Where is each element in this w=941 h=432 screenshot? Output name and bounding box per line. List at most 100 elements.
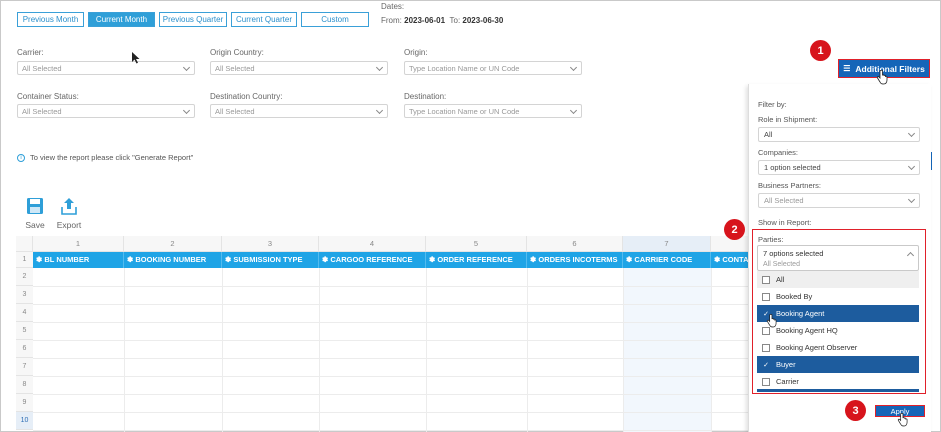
row-divider xyxy=(33,412,751,413)
row-number[interactable]: 1 xyxy=(16,252,33,268)
origin-country-value: All Selected xyxy=(215,63,255,73)
row-number[interactable]: 5 xyxy=(16,322,33,340)
chevron-down-icon xyxy=(569,63,578,72)
step-badge-2: 2 xyxy=(724,219,745,240)
col-number[interactable]: 2 xyxy=(124,236,222,252)
period-current-quarter[interactable]: Current Quarter xyxy=(231,12,297,27)
row-divider xyxy=(33,286,751,287)
col-number[interactable]: 5 xyxy=(426,236,527,252)
step-badge-1: 1 xyxy=(810,40,831,61)
grid-corner xyxy=(16,236,33,252)
save-icon xyxy=(27,198,43,214)
period-custom[interactable]: Custom xyxy=(301,12,369,27)
header-submission-type[interactable]: ✽ SUBMISSION TYPE xyxy=(222,252,319,268)
period-previous-quarter[interactable]: Previous Quarter xyxy=(159,12,227,27)
info-icon: i xyxy=(17,153,25,162)
row-number[interactable]: 2 xyxy=(16,268,33,286)
col-number[interactable]: 4 xyxy=(319,236,426,252)
option-booking-agent-observer[interactable]: Booking Agent Observer xyxy=(757,339,919,356)
col-divider xyxy=(711,268,712,432)
report-grid: 1 2 3 4 5 6 7 ✽ BL NUMBER ✽ BOOKING NUMB… xyxy=(16,236,751,432)
origin-input[interactable]: Type Location Name or UN Code xyxy=(404,61,582,75)
row-number[interactable]: 4 xyxy=(16,304,33,322)
chevron-down-icon xyxy=(907,129,916,138)
parties-value: 7 options selected xyxy=(763,249,824,258)
export-button[interactable]: Export xyxy=(54,196,84,230)
row-number[interactable]: 8 xyxy=(16,376,33,394)
header-booking-number[interactable]: ✽ BOOKING NUMBER xyxy=(124,252,222,268)
option-all[interactable]: All xyxy=(757,271,919,288)
origin-country-label: Origin Country: xyxy=(210,48,264,57)
destination-country-value: All Selected xyxy=(215,106,255,116)
chevron-down-icon xyxy=(907,162,916,171)
role-value: All xyxy=(764,130,773,139)
destination-country-label: Destination Country: xyxy=(210,92,283,101)
col-number[interactable]: 7 xyxy=(623,236,711,252)
row-number[interactable]: 6 xyxy=(16,340,33,358)
container-status-select[interactable]: All Selected xyxy=(17,104,195,118)
header-carrier-code[interactable]: ✽ CARRIER CODE xyxy=(623,252,711,268)
filter-by-label: Filter by: xyxy=(758,100,787,109)
destination-country-select[interactable]: All Selected xyxy=(210,104,388,118)
to-label: To: xyxy=(449,16,461,25)
row-number[interactable]: 10 xyxy=(16,412,33,430)
info-text: To view the report please click "Generat… xyxy=(30,153,194,162)
from-label: From: xyxy=(381,16,402,25)
option-label: Booked By xyxy=(776,292,813,301)
chevron-down-icon xyxy=(182,106,191,115)
header-bl-number[interactable]: ✽ BL NUMBER xyxy=(33,252,124,268)
destination-placeholder: Type Location Name or UN Code xyxy=(409,106,520,116)
row-number[interactable]: 9 xyxy=(16,394,33,412)
option-carrier[interactable]: Carrier xyxy=(757,373,919,390)
carrier-select[interactable]: All Selected xyxy=(17,61,195,75)
option-booked-by[interactable]: Booked By xyxy=(757,288,919,305)
row-number[interactable]: 7 xyxy=(16,358,33,376)
hand-cursor-icon xyxy=(897,413,908,427)
option-label: Buyer xyxy=(776,360,796,369)
save-button[interactable]: Save xyxy=(20,196,50,230)
pointer-cursor-icon xyxy=(132,52,140,64)
option-label: Booking Agent HQ xyxy=(776,326,838,335)
header-container[interactable]: ✽ CONTAI xyxy=(711,252,751,268)
partners-label: Business Partners: xyxy=(758,181,821,190)
companies-value: 1 option selected xyxy=(764,163,821,172)
export-icon xyxy=(61,198,77,215)
list-scroll-edge xyxy=(757,389,919,392)
container-status-value: All Selected xyxy=(22,106,62,116)
option-booking-agent[interactable]: ✓ Booking Agent xyxy=(757,305,919,322)
header-order-reference[interactable]: ✽ ORDER REFERENCE xyxy=(426,252,527,268)
parties-select[interactable]: 7 options selected All Selected xyxy=(757,245,919,271)
checkmark-icon: ✓ xyxy=(763,361,769,369)
dates-range: From: 2023-06-01 To: 2023-06-30 xyxy=(381,16,503,25)
role-select[interactable]: All xyxy=(758,127,920,142)
partners-value: All Selected xyxy=(764,196,804,205)
option-booking-agent-hq[interactable]: Booking Agent HQ xyxy=(757,322,919,339)
chevron-down-icon xyxy=(375,63,384,72)
companies-select[interactable]: 1 option selected xyxy=(758,160,920,175)
col-divider xyxy=(222,268,223,432)
col-divider xyxy=(124,268,125,432)
header-cargoo-reference[interactable]: ✽ CARGOO REFERENCE xyxy=(319,252,426,268)
checkbox-icon xyxy=(762,275,770,284)
col-number[interactable]: 3 xyxy=(222,236,319,252)
origin-country-select[interactable]: All Selected xyxy=(210,61,388,75)
col-divider xyxy=(527,268,528,432)
destination-label: Destination: xyxy=(404,92,447,101)
col-number[interactable]: 6 xyxy=(527,236,623,252)
hand-cursor-icon xyxy=(876,70,888,85)
destination-input[interactable]: Type Location Name or UN Code xyxy=(404,104,582,118)
row-divider xyxy=(33,358,751,359)
dates-label: Dates: xyxy=(381,2,405,11)
period-previous-month[interactable]: Previous Month xyxy=(17,12,84,27)
period-current-month[interactable]: Current Month xyxy=(88,12,155,27)
show-in-report-label: Show in Report: xyxy=(758,218,812,227)
option-label: Carrier xyxy=(776,377,799,386)
header-orders-incoterms[interactable]: ✽ ORDERS INCOTERMS xyxy=(527,252,623,268)
row-number[interactable]: 3 xyxy=(16,286,33,304)
info-message: i To view the report please click "Gener… xyxy=(17,153,193,162)
col-number[interactable]: 1 xyxy=(33,236,124,252)
checkbox-icon xyxy=(762,377,770,386)
partners-select[interactable]: All Selected xyxy=(758,193,920,208)
option-label: Booking Agent xyxy=(776,309,825,318)
option-buyer[interactable]: ✓ Buyer xyxy=(757,356,919,373)
